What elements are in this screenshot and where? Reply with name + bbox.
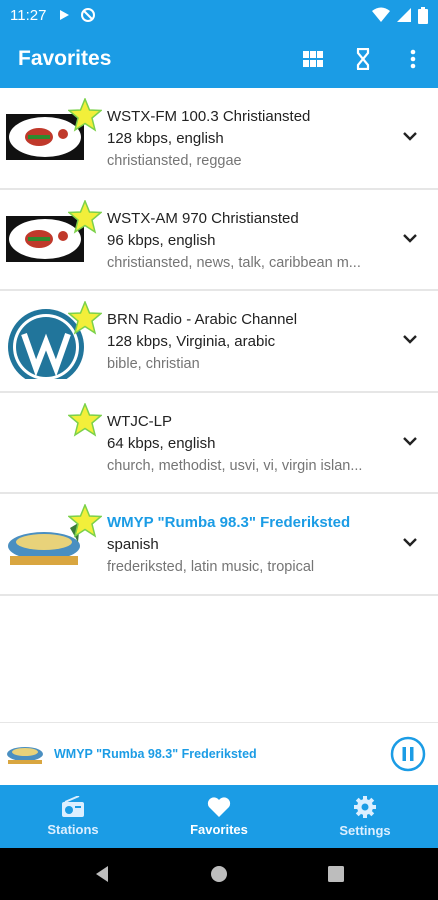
nav-label: Stations xyxy=(47,822,99,837)
sleep-timer-icon xyxy=(356,48,370,70)
now-playing-bar[interactable]: WMYP "Rumba 98.3" Frederiksted xyxy=(0,722,438,785)
status-time: 11:27 xyxy=(10,6,47,24)
grid-view-icon xyxy=(303,51,323,67)
station-row[interactable]: WSTX-FM 100.3 Christiansted 128 kbps, en… xyxy=(0,88,438,190)
pause-button[interactable] xyxy=(390,736,426,772)
play-icon xyxy=(60,10,70,20)
station-name: BRN Radio - Arabic Channel xyxy=(107,311,298,328)
station-name: WTJC-LP xyxy=(107,412,172,430)
favorite-star-icon[interactable] xyxy=(68,199,102,234)
chevron-down-icon[interactable] xyxy=(400,228,420,248)
signal-icon xyxy=(397,8,411,22)
station-row[interactable]: BRN Radio - Arabic Channel 128 kbps, Vir… xyxy=(0,291,438,393)
more-options-icon xyxy=(410,49,416,69)
radio-icon xyxy=(62,796,84,817)
station-row[interactable]: WSTX-AM 970 Christiansted 96 kbps, engli… xyxy=(0,190,438,291)
app-bar: Favorites xyxy=(0,30,438,88)
page-title: Favorites xyxy=(18,47,112,70)
nav-label: Settings xyxy=(339,823,391,838)
nav-stations[interactable]: Stations xyxy=(0,785,146,848)
favorite-star-icon[interactable] xyxy=(68,98,102,132)
nav-settings[interactable]: Settings xyxy=(292,785,438,848)
rumba-logo xyxy=(7,747,43,764)
station-detail: 128 kbps, Virginia, arabic xyxy=(107,333,276,350)
gear-icon xyxy=(354,796,376,818)
heart-icon xyxy=(207,797,231,817)
recents-icon[interactable] xyxy=(328,866,344,882)
more-options-button[interactable] xyxy=(388,30,438,88)
station-detail: 96 kbps, english xyxy=(107,231,216,249)
station-row[interactable]: WTJC-LP 64 kbps, english church, methodi… xyxy=(0,393,438,494)
screen: 11:27 Favorites WSTX-FM 100.3 Christians… xyxy=(0,0,438,900)
favorite-star-icon[interactable] xyxy=(68,402,102,437)
status-bar: 11:27 xyxy=(0,0,438,30)
station-tags: frederiksted, latin music, tropical xyxy=(107,559,315,575)
station-tags: christiansted, news, talk, caribbean m..… xyxy=(107,254,361,271)
favorite-star-icon[interactable] xyxy=(68,504,102,538)
nav-label: Favorites xyxy=(190,822,248,837)
station-tags: christiansted, reggae xyxy=(107,153,242,169)
station-name: WSTX-FM 100.3 Christiansted xyxy=(107,108,311,125)
favorite-star-icon[interactable] xyxy=(68,301,102,335)
sleep-timer-button[interactable] xyxy=(338,30,388,88)
station-row[interactable]: WMYP "Rumba 98.3" Frederiksted spanish f… xyxy=(0,494,438,596)
station-tags: church, methodist, usvi, vi, virgin isla… xyxy=(107,457,363,474)
station-detail: 64 kbps, english xyxy=(107,434,216,452)
bottom-nav: Stations Favorites Settings xyxy=(0,785,438,848)
station-name: WMYP "Rumba 98.3" Frederiksted xyxy=(107,514,351,531)
wifi-icon xyxy=(372,7,390,22)
favorites-list: WSTX-FM 100.3 Christiansted 128 kbps, en… xyxy=(0,88,438,596)
nav-favorites[interactable]: Favorites xyxy=(146,785,292,848)
station-detail: spanish xyxy=(107,536,159,553)
chevron-down-icon[interactable] xyxy=(400,532,420,552)
station-detail: 128 kbps, english xyxy=(107,130,224,147)
grid-view-button[interactable] xyxy=(288,30,338,88)
home-icon[interactable] xyxy=(210,865,228,883)
station-tags: bible, christian xyxy=(107,356,200,372)
system-nav-bar xyxy=(0,848,438,900)
now-playing-title: WMYP "Rumba 98.3" Frederiksted xyxy=(54,747,257,761)
chevron-down-icon[interactable] xyxy=(400,329,420,349)
chevron-down-icon[interactable] xyxy=(400,431,420,451)
chevron-down-icon[interactable] xyxy=(400,126,420,146)
station-name: WSTX-AM 970 Christiansted xyxy=(107,209,299,227)
no-data-icon xyxy=(81,8,96,22)
back-icon[interactable] xyxy=(94,865,110,883)
battery-icon xyxy=(418,6,428,24)
